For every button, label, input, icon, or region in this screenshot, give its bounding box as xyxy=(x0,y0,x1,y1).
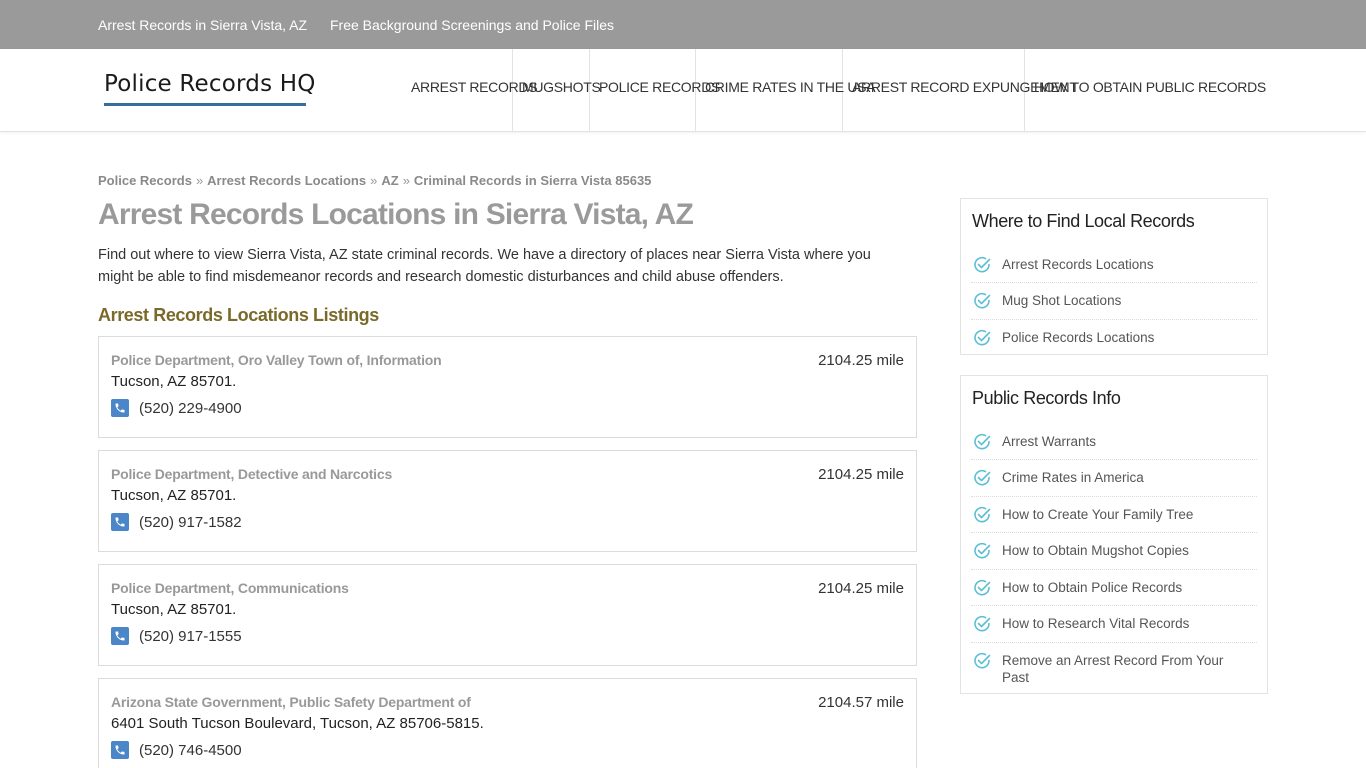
breadcrumb-separator: » xyxy=(370,173,378,188)
widget-link-item[interactable]: Remove an Arrest Record From Your Past xyxy=(971,643,1257,691)
widget-link-item[interactable]: How to Obtain Police Records xyxy=(971,570,1257,606)
topbar-link-arrest-records[interactable]: Arrest Records in Sierra Vista, AZ xyxy=(98,17,307,33)
listing-phone[interactable]: (520) 917-1582 xyxy=(139,514,242,531)
nav-item-crime-rates[interactable]: Crime Rates in the USA xyxy=(696,49,876,132)
phone-icon xyxy=(111,627,129,645)
widget-link-label: How to Create Your Family Tree xyxy=(1002,507,1194,522)
intro-text: Find out where to view Sierra Vista, AZ … xyxy=(98,247,871,285)
listing-item: Arizona State Government, Public Safety … xyxy=(98,678,917,768)
widget-link-item[interactable]: Crime Rates in America xyxy=(971,460,1257,497)
widget-link-item[interactable]: Mug Shot Locations xyxy=(971,283,1257,320)
listing-phone-row: (520) 917-1582 xyxy=(111,513,242,531)
breadcrumb-az[interactable]: AZ xyxy=(381,173,398,188)
widget-link-list: Arrest Records Locations Mug Shot Locati… xyxy=(971,247,1257,356)
logo-underline xyxy=(104,103,306,106)
check-circle-icon xyxy=(972,505,992,530)
phone-icon xyxy=(111,513,129,531)
listing-phone[interactable]: (520) 746-4500 xyxy=(139,742,242,759)
widget-link-label: How to Research Vital Records xyxy=(1002,616,1190,631)
main-nav: Arrest Records Mugshots Police Records C… xyxy=(402,49,1266,132)
widget-title: Public Records Info xyxy=(972,388,1121,408)
breadcrumb-police-records[interactable]: Police Records xyxy=(98,173,192,188)
listing-name[interactable]: Police Department, Oro Valley Town of, I… xyxy=(111,352,442,368)
topbar-link-background-screenings[interactable]: Free Background Screenings and Police Fi… xyxy=(330,17,614,33)
widget-link-label: Arrest Warrants xyxy=(1002,434,1097,449)
check-circle-icon xyxy=(972,328,992,353)
widget-title: Where to Find Local Records xyxy=(972,211,1195,231)
check-circle-icon xyxy=(972,432,992,457)
widget-link-item[interactable]: How to Research Vital Records xyxy=(971,606,1257,643)
widget-link-label: Crime Rates in America xyxy=(1002,470,1144,485)
listing-phone-row: (520) 746-4500 xyxy=(111,741,242,759)
check-circle-icon xyxy=(972,651,992,676)
site-header: Police Records HQ Arrest Records Mugshot… xyxy=(0,49,1366,132)
widget-link-label: Arrest Records Locations xyxy=(1002,257,1154,272)
listing-item: Police Department, Oro Valley Town of, I… xyxy=(98,336,917,438)
widget-link-label: Mug Shot Locations xyxy=(1002,293,1122,308)
breadcrumb-separator: » xyxy=(402,173,410,188)
nav-item-mugshots[interactable]: Mugshots xyxy=(513,49,601,132)
top-bar: Arrest Records in Sierra Vista, AZ Free … xyxy=(0,0,1366,49)
widget-link-label: How to Obtain Police Records xyxy=(1002,580,1183,595)
check-circle-icon xyxy=(972,578,992,603)
listing-distance: 2104.25 mile xyxy=(818,466,904,483)
listing-address: Tucson, AZ 85701. xyxy=(111,487,237,504)
listing-name[interactable]: Arizona State Government, Public Safety … xyxy=(111,694,471,710)
listing-phone[interactable]: (520) 917-1555 xyxy=(139,628,242,645)
listing-address: 6401 South Tucson Boulevard, Tucson, AZ … xyxy=(111,715,484,732)
listing-item: Police Department, Communications 2104.2… xyxy=(98,564,917,666)
section-title: Arrest Records Locations Listings xyxy=(98,305,379,325)
listing-address: Tucson, AZ 85701. xyxy=(111,601,237,618)
listing-name[interactable]: Police Department, Detective and Narcoti… xyxy=(111,466,392,482)
widget-link-item[interactable]: Police Records Locations xyxy=(971,320,1257,356)
listing-phone-row: (520) 229-4900 xyxy=(111,399,242,417)
check-circle-icon xyxy=(972,291,992,316)
listing-phone[interactable]: (520) 229-4900 xyxy=(139,400,242,417)
widget-link-label: How to Obtain Mugshot Copies xyxy=(1002,543,1189,558)
sidebar-widget-local-records: Where to Find Local Records Arrest Recor… xyxy=(960,198,1268,355)
nav-label: Mugshots xyxy=(522,79,601,95)
check-circle-icon xyxy=(972,468,992,493)
nav-item-expungement[interactable]: Arrest Record Expungement xyxy=(843,49,1078,132)
listing-distance: 2104.25 mile xyxy=(818,580,904,597)
nav-item-police-records[interactable]: Police Records xyxy=(590,49,720,132)
check-circle-icon xyxy=(972,541,992,566)
nav-item-public-records[interactable]: How to Obtain Public Records xyxy=(1025,49,1266,132)
breadcrumb: Police Records» Arrest Records Locations»… xyxy=(98,173,651,188)
listing-distance: 2104.25 mile xyxy=(818,352,904,369)
widget-link-item[interactable]: How to Obtain Mugshot Copies xyxy=(971,533,1257,570)
sidebar-widget-public-records-info: Public Records Info Arrest Warrants Crim… xyxy=(960,375,1268,694)
widget-link-label: Remove an Arrest Record From Your Past xyxy=(1002,653,1224,685)
widget-link-item[interactable]: Arrest Warrants xyxy=(971,424,1257,460)
nav-label: How to Obtain Public Records xyxy=(1034,79,1266,95)
widget-link-label: Police Records Locations xyxy=(1002,330,1155,345)
logo-text: Police Records HQ xyxy=(104,71,316,97)
page-title: Arrest Records Locations in Sierra Vista… xyxy=(98,198,694,231)
widget-link-item[interactable]: How to Create Your Family Tree xyxy=(971,497,1257,533)
breadcrumb-arrest-records-locations[interactable]: Arrest Records Locations xyxy=(207,173,366,188)
phone-icon xyxy=(111,399,129,417)
listing-item: Police Department, Detective and Narcoti… xyxy=(98,450,917,552)
check-circle-icon xyxy=(972,255,992,280)
listing-phone-row: (520) 917-1555 xyxy=(111,627,242,645)
breadcrumb-separator: » xyxy=(195,173,204,188)
site-logo[interactable]: Police Records HQ xyxy=(104,71,316,106)
nav-item-arrest-records[interactable]: Arrest Records xyxy=(402,49,538,132)
widget-link-list: Arrest Warrants Crime Rates in America H… xyxy=(971,424,1257,691)
listing-address: Tucson, AZ 85701. xyxy=(111,373,237,390)
listing-name[interactable]: Police Department, Communications xyxy=(111,580,349,596)
breadcrumb-current[interactable]: Criminal Records in Sierra Vista 85635 xyxy=(414,173,652,188)
listing-distance: 2104.57 mile xyxy=(818,694,904,711)
widget-link-item[interactable]: Arrest Records Locations xyxy=(971,247,1257,283)
check-circle-icon xyxy=(972,614,992,639)
phone-icon xyxy=(111,741,129,759)
